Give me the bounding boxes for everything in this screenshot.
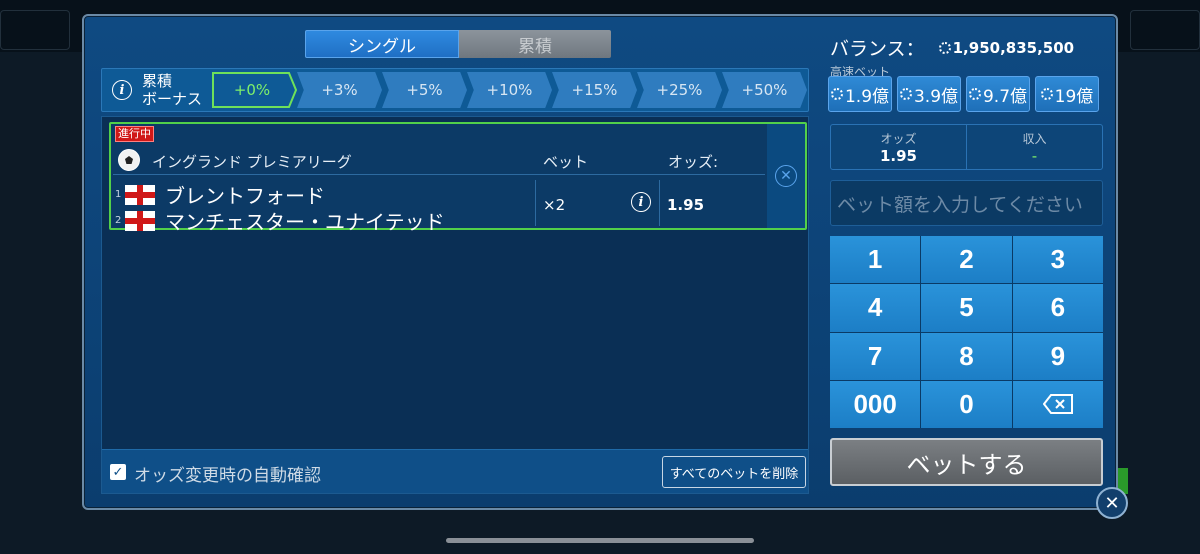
- bonus-label-line1: 累積: [142, 72, 173, 90]
- close-icon[interactable]: ✕: [1096, 487, 1128, 519]
- auto-confirm-checkbox[interactable]: ✓: [110, 464, 126, 480]
- bonus-step: +15%: [552, 72, 637, 108]
- odds-label: オッズ: [880, 131, 917, 146]
- bonus-step: +3%: [297, 72, 382, 108]
- divider: [113, 174, 765, 175]
- chip-icon: [938, 41, 951, 54]
- bonus-step-active: +0%: [212, 72, 297, 108]
- quick-bet-button[interactable]: 19億: [1035, 76, 1099, 112]
- balance-value-wrap: 1,950,835,500: [938, 38, 1075, 57]
- odds-summary: オッズ 1.95 収入 -: [830, 124, 1103, 170]
- quick-bet-label: 3.9億: [913, 86, 959, 107]
- key-7[interactable]: 7: [830, 332, 921, 380]
- key-backspace[interactable]: [1012, 380, 1103, 428]
- key-6[interactable]: 6: [1012, 284, 1103, 332]
- bonus-step: +25%: [637, 72, 722, 108]
- bet-card: 進行中 イングランド プレミアリーグ ベット オッズ: 1 ブレントフォード 2…: [109, 122, 807, 234]
- quick-bet-label: 9.7億: [982, 86, 1028, 107]
- backspace-icon: [1042, 394, 1073, 415]
- odds-summary-income: 収入 -: [966, 125, 1102, 169]
- bonus-step: +10%: [467, 72, 552, 108]
- key-1[interactable]: 1: [830, 236, 921, 284]
- bet-slip-modal: シングル 累積 i 累積 ボーナス +0% +3% +5% +10% +15% …: [82, 14, 1118, 510]
- key-9[interactable]: 9: [1012, 332, 1103, 380]
- divider: [535, 180, 536, 226]
- soccer-ball-icon: [118, 149, 140, 171]
- key-5[interactable]: 5: [921, 284, 1012, 332]
- auto-confirm-label: オッズ変更時の自動確認: [134, 466, 321, 486]
- key-3[interactable]: 3: [1012, 236, 1103, 284]
- key-000[interactable]: 000: [830, 380, 921, 428]
- place-bet-button[interactable]: ベットする: [830, 438, 1103, 486]
- team-name: マンチェスター・ユナイテッド: [165, 210, 445, 234]
- bet-list: 進行中 イングランド プレミアリーグ ベット オッズ: 1 ブレントフォード 2…: [101, 116, 809, 494]
- bet-list-footer: ✓ オッズ変更時の自動確認 すべてのベットを削除: [102, 449, 808, 493]
- bet-amount-input[interactable]: ベット額を入力してください: [830, 180, 1103, 226]
- team-name: ブレントフォード: [165, 184, 325, 208]
- info-icon[interactable]: i: [112, 80, 132, 100]
- key-2[interactable]: 2: [921, 236, 1012, 284]
- tab-accumulator[interactable]: 累積: [459, 30, 611, 58]
- england-flag-icon: [125, 184, 155, 205]
- key-0[interactable]: 0: [921, 380, 1012, 428]
- tab-single[interactable]: シングル: [305, 30, 459, 58]
- key-8[interactable]: 8: [921, 332, 1012, 380]
- background-panel-right: [1130, 10, 1200, 50]
- numeric-keypad: 1 2 3 4 5 6 7 8 9 000 0: [830, 236, 1103, 428]
- chip-icon: [1040, 88, 1053, 100]
- quick-bet-button[interactable]: 3.9億: [897, 76, 961, 112]
- key-4[interactable]: 4: [830, 284, 921, 332]
- bonus-step-label: +0%: [233, 81, 271, 99]
- bonus-label-line2: ボーナス: [142, 90, 203, 108]
- quick-bet-label: 1.9億: [844, 86, 890, 107]
- league-name: イングランド プレミアリーグ: [152, 153, 352, 171]
- column-header-odds: オッズ:: [668, 153, 719, 171]
- quick-bet-button[interactable]: 9.7億: [966, 76, 1030, 112]
- delete-all-bets-button[interactable]: すべてのベットを削除: [662, 456, 806, 488]
- chip-icon: [899, 88, 912, 100]
- balance: バランス： 1,950,835,500: [830, 34, 1074, 61]
- bet-odds: 1.95: [667, 196, 705, 214]
- odds-summary-odds: オッズ 1.95: [831, 125, 966, 169]
- bonus-step: +5%: [382, 72, 467, 108]
- england-flag-icon: [125, 210, 155, 231]
- bonus-steps: +0% +3% +5% +10% +15% +25% +50%: [212, 72, 807, 108]
- income-value: -: [1031, 146, 1038, 165]
- background-panel-left: [0, 10, 70, 50]
- chip-icon: [968, 88, 981, 100]
- quick-bet-label: 19億: [1054, 86, 1094, 107]
- team-number: 2: [115, 215, 122, 226]
- divider: [659, 180, 660, 226]
- bonus-label: 累積 ボーナス: [142, 72, 212, 108]
- team-row: 1 ブレントフォード: [115, 180, 325, 209]
- home-indicator[interactable]: [446, 538, 754, 543]
- odds-value: 1.95: [879, 146, 917, 165]
- column-header-bet: ベット: [543, 153, 589, 171]
- info-icon[interactable]: i: [631, 192, 651, 212]
- team-row: 2 マンチェスター・ユナイテッド: [115, 206, 445, 235]
- balance-value: 1,950,835,500: [952, 38, 1075, 57]
- team-number: 1: [115, 189, 122, 200]
- status-badge: 進行中: [115, 126, 154, 142]
- accumulator-bonus-bar: i 累積 ボーナス +0% +3% +5% +10% +15% +25% +50…: [101, 68, 809, 112]
- quick-bet-options: 1.9億 3.9億 9.7億 19億: [828, 76, 1099, 112]
- remove-bet-area[interactable]: ✕: [767, 124, 805, 228]
- quick-bet-button[interactable]: 1.9億: [828, 76, 892, 112]
- income-label: 収入: [1022, 131, 1047, 146]
- balance-label: バランス：: [830, 38, 925, 60]
- chip-icon: [830, 88, 843, 100]
- bet-multiplier: ×2: [543, 196, 566, 214]
- bonus-step: +50%: [722, 72, 807, 108]
- remove-icon[interactable]: ✕: [775, 165, 797, 187]
- bet-type-tabs: シングル 累積: [305, 30, 611, 58]
